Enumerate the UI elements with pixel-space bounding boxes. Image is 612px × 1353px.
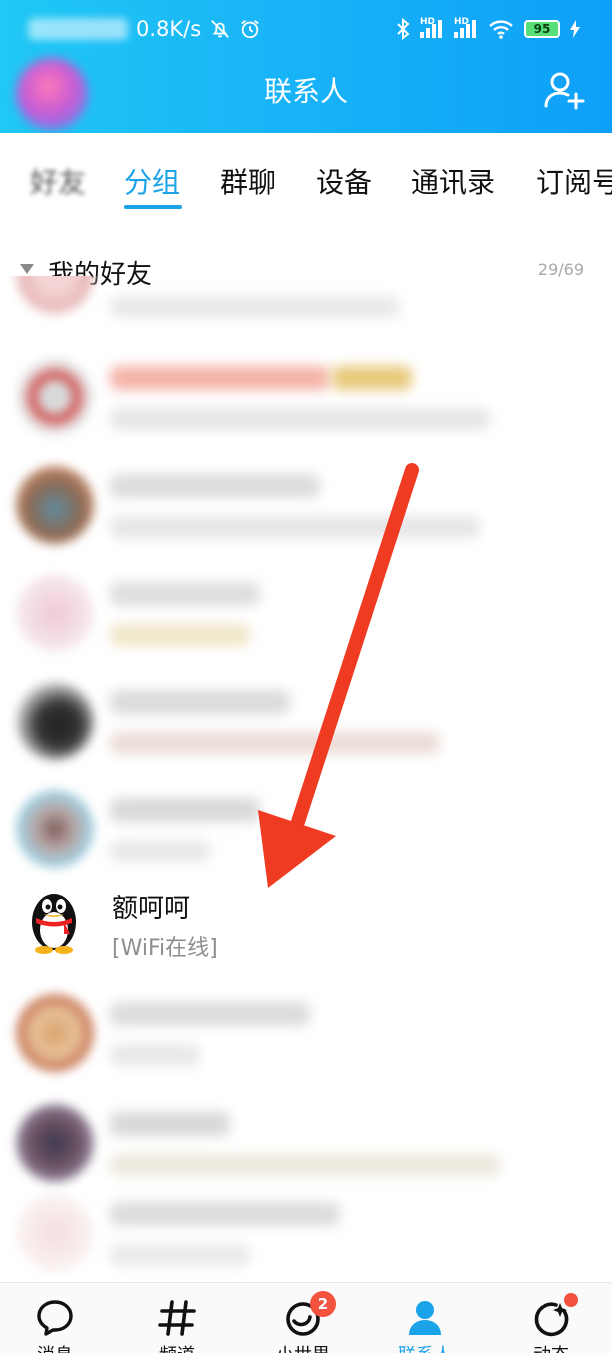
contact-name: 额呵呵 bbox=[112, 894, 191, 924]
contact-name-blurred bbox=[110, 1202, 340, 1226]
tab-subscriptions[interactable]: 订阅号 bbox=[536, 161, 612, 201]
battery-indicator: 95 bbox=[524, 20, 560, 38]
contact-status-blurred bbox=[110, 408, 490, 430]
cell-signal-2-icon: HD bbox=[454, 17, 478, 38]
nav-feed[interactable]: 动态 bbox=[516, 1291, 586, 1353]
contact-status-blurred bbox=[110, 1154, 500, 1176]
contact-avatar bbox=[16, 790, 94, 868]
contacts-person-icon bbox=[409, 1301, 441, 1335]
nav-small-world[interactable]: 2 小世界 bbox=[268, 1291, 338, 1353]
qq-penguin-avatar-icon bbox=[32, 894, 76, 954]
mute-bell-icon bbox=[211, 20, 230, 38]
contact-status-blurred bbox=[110, 1244, 250, 1266]
contact-status-blurred bbox=[110, 296, 400, 318]
notification-badge: 2 bbox=[310, 1291, 336, 1317]
notification-dot bbox=[564, 1293, 578, 1307]
contact-name-blurred bbox=[110, 1002, 310, 1026]
list-item-contact[interactable]: 额呵呵 [WiFi在线] bbox=[0, 866, 612, 976]
contact-avatar bbox=[16, 994, 94, 1072]
contact-status-blurred bbox=[110, 732, 440, 754]
contact-online-status: [WiFi在线] bbox=[112, 936, 218, 961]
list-item[interactable] bbox=[0, 664, 612, 774]
contact-avatar bbox=[16, 574, 94, 652]
contact-badge-blurred bbox=[332, 366, 412, 390]
collapse-caret-icon bbox=[20, 264, 34, 274]
page-title: 联系人 bbox=[263, 75, 348, 108]
cell-signal-1-icon: HD bbox=[420, 17, 444, 38]
contact-avatar bbox=[16, 466, 94, 544]
contact-name-blurred bbox=[110, 582, 260, 606]
bottom-navigation: 消息 频道 2 小世界 联系人 动态 bbox=[0, 1282, 612, 1353]
nav-messages[interactable]: 消息 bbox=[20, 1291, 90, 1353]
list-item[interactable] bbox=[0, 556, 612, 666]
alarm-clock-icon bbox=[241, 20, 259, 39]
contact-status-blurred bbox=[110, 1044, 200, 1066]
nav-channels[interactable]: 频道 bbox=[142, 1291, 212, 1353]
contact-avatar bbox=[16, 358, 94, 436]
list-item[interactable] bbox=[0, 448, 612, 558]
list-item[interactable] bbox=[0, 1176, 612, 1286]
contact-status-blurred bbox=[110, 516, 480, 538]
tab-address-book[interactable]: 通讯录 bbox=[411, 161, 495, 201]
contact-name-blurred bbox=[110, 474, 320, 498]
tab-devices[interactable]: 设备 bbox=[316, 161, 372, 201]
tab-group-chats[interactable]: 群聊 bbox=[220, 161, 276, 201]
status-bar: 0.8K/s HD HD 95 bbox=[0, 0, 612, 58]
hash-icon bbox=[158, 1300, 196, 1336]
list-item[interactable] bbox=[0, 976, 612, 1086]
charging-bolt-icon bbox=[570, 20, 580, 38]
contact-status-blurred bbox=[110, 840, 210, 862]
contact-name-blurred bbox=[110, 798, 260, 822]
list-item[interactable] bbox=[0, 340, 612, 450]
bluetooth-icon bbox=[397, 18, 410, 40]
tab-friends[interactable]: 好友 bbox=[30, 161, 86, 201]
contact-status-blurred bbox=[110, 624, 250, 646]
contact-avatar bbox=[16, 1194, 94, 1272]
nav-contacts[interactable]: 联系人 bbox=[390, 1291, 460, 1353]
active-tab-indicator bbox=[124, 205, 182, 209]
list-item[interactable] bbox=[0, 276, 612, 336]
add-friend-icon[interactable] bbox=[542, 70, 586, 110]
contact-name-blurred bbox=[110, 366, 330, 390]
contact-name-blurred bbox=[110, 690, 290, 714]
contact-avatar bbox=[16, 682, 94, 760]
app-header: 0.8K/s HD HD 95 联系人 bbox=[0, 0, 612, 133]
tab-groups[interactable]: 分组 bbox=[124, 161, 180, 201]
wifi-icon bbox=[489, 20, 513, 39]
contact-avatar bbox=[16, 276, 94, 314]
chat-bubble-icon bbox=[37, 1300, 73, 1336]
network-speed: 0.8K/s bbox=[136, 17, 202, 41]
contact-avatar bbox=[16, 1104, 94, 1182]
carrier-name-blurred bbox=[28, 18, 128, 40]
contact-name-blurred bbox=[110, 1112, 230, 1136]
contact-tabs: 好友 分组 群聊 设备 通讯录 订阅号 bbox=[0, 133, 612, 223]
